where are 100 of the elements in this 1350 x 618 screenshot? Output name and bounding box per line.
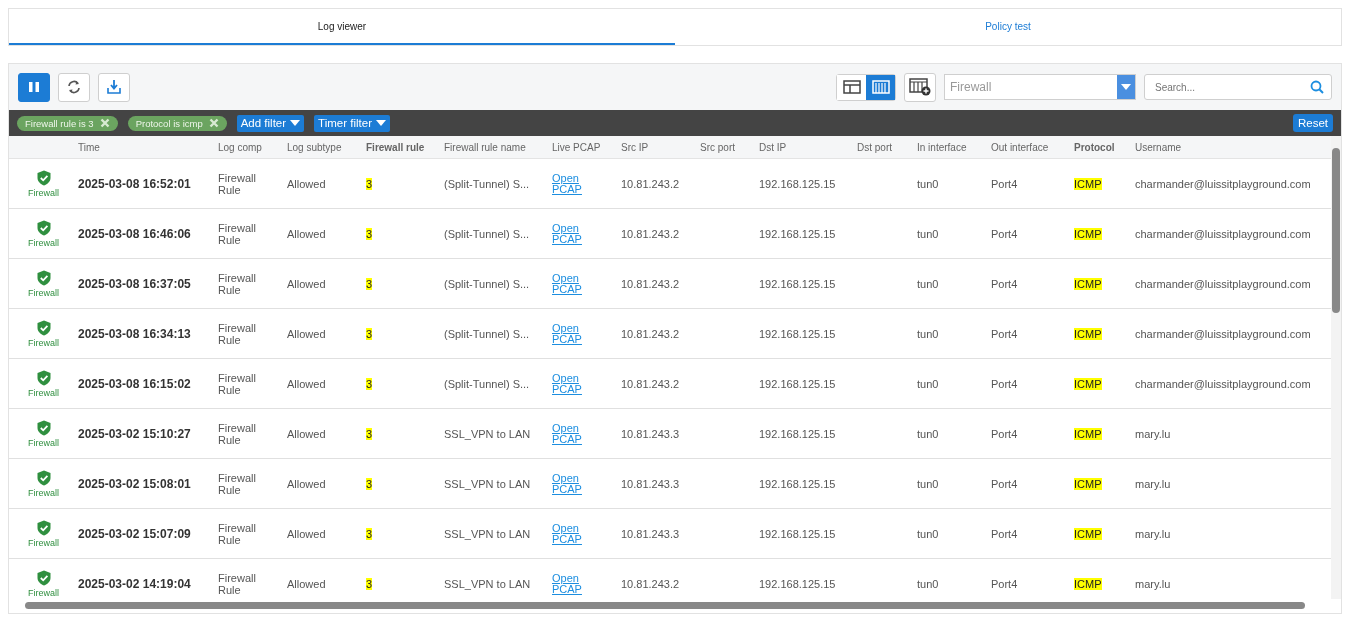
download-icon bbox=[106, 79, 122, 95]
table-cell: 3 bbox=[366, 227, 373, 240]
column-header[interactable]: Src port bbox=[700, 141, 735, 153]
filter-chip[interactable]: Firewall rule is 3 bbox=[17, 115, 118, 131]
shield-check-icon bbox=[36, 369, 51, 386]
component-label: Firewall bbox=[28, 537, 59, 548]
component-label: Firewall bbox=[28, 337, 59, 348]
column-header[interactable]: Log comp bbox=[218, 141, 262, 153]
add-column-button[interactable] bbox=[904, 72, 936, 102]
table-cell: 192.168.125.15 bbox=[759, 227, 836, 240]
column-header[interactable]: Out interface bbox=[991, 141, 1049, 153]
table-cell: Firewall Rule bbox=[218, 471, 256, 496]
table-cell: Allowed bbox=[287, 527, 326, 540]
table-cell: Firewall Rule bbox=[218, 371, 256, 396]
column-header[interactable]: Log subtype bbox=[287, 141, 342, 153]
table-cell: tun0 bbox=[917, 277, 939, 290]
table-cell: tun0 bbox=[917, 477, 939, 490]
table-cell: 2025-03-08 16:34:13 bbox=[78, 326, 191, 341]
component-label: Firewall bbox=[28, 587, 59, 598]
filter-chip[interactable]: Protocol is icmp bbox=[127, 115, 227, 131]
open-pcap-link[interactable]: Open PCAP bbox=[552, 472, 584, 495]
table-cell: 192.168.125.15 bbox=[759, 477, 836, 490]
table-cell: Firewall Rule bbox=[218, 271, 256, 296]
open-pcap-link[interactable]: Open PCAP bbox=[552, 522, 584, 545]
horizontal-scrollbar[interactable] bbox=[9, 599, 1341, 613]
table-cell: Firewall Rule bbox=[218, 571, 256, 596]
component-label: Firewall bbox=[28, 387, 59, 398]
table-cell: ICMP bbox=[1074, 427, 1102, 440]
column-header[interactable]: Firewall rule name bbox=[444, 141, 526, 153]
caret-icon bbox=[290, 120, 301, 126]
component-label: Firewall bbox=[28, 187, 59, 198]
pause-button[interactable] bbox=[18, 72, 50, 102]
caret-icon bbox=[376, 120, 386, 126]
log-type-dropdown[interactable]: Firewall bbox=[944, 74, 1136, 100]
caret-icon bbox=[1121, 84, 1131, 90]
open-pcap-link[interactable]: Open PCAP bbox=[552, 422, 584, 445]
table-cell: Firewall Rule bbox=[218, 421, 256, 446]
column-header[interactable]: Live PCAP bbox=[552, 141, 601, 153]
table-cell: Allowed bbox=[287, 377, 326, 390]
open-pcap-link[interactable]: Open PCAP bbox=[552, 322, 584, 345]
reset-button[interactable]: Reset bbox=[1292, 114, 1333, 132]
remove-icon bbox=[99, 118, 110, 128]
table-cell: 10.81.243.2 bbox=[621, 577, 680, 590]
table-cell: 2025-03-08 16:37:05 bbox=[78, 276, 191, 291]
open-pcap-link[interactable]: Open PCAP bbox=[552, 372, 584, 395]
column-header[interactable]: Dst port bbox=[857, 141, 892, 153]
table-cell: 10.81.243.2 bbox=[621, 277, 680, 290]
download-button[interactable] bbox=[98, 72, 130, 102]
table-cell: 10.81.243.2 bbox=[621, 327, 680, 340]
columns-view-button[interactable] bbox=[866, 74, 895, 100]
table-cell: 192.168.125.15 bbox=[759, 277, 836, 290]
table-cell: Port4 bbox=[991, 227, 1018, 240]
table-cell: 10.81.243.3 bbox=[621, 477, 680, 490]
table-cell: Firewall Rule bbox=[218, 221, 256, 246]
table-cell: charmander@luissitplayground.com bbox=[1135, 327, 1311, 340]
table-cell: Allowed bbox=[287, 327, 326, 340]
table-cell: 192.168.125.15 bbox=[759, 577, 836, 590]
open-pcap-link[interactable]: Open PCAP bbox=[552, 272, 584, 295]
table-cell: tun0 bbox=[917, 177, 939, 190]
component-label: Firewall bbox=[28, 237, 59, 248]
columns-icon bbox=[871, 80, 890, 94]
table-cell: (Split-Tunnel) S... bbox=[444, 277, 530, 290]
table-cell: Allowed bbox=[287, 177, 326, 190]
filter-menu-button[interactable]: Add filter bbox=[236, 114, 305, 132]
open-pcap-link[interactable]: Open PCAP bbox=[552, 222, 584, 245]
column-header[interactable]: Firewall rule bbox=[366, 141, 425, 153]
shield-check-icon bbox=[36, 219, 51, 236]
table-cell: 192.168.125.15 bbox=[759, 527, 836, 540]
table-cell: charmander@luissitplayground.com bbox=[1135, 277, 1311, 290]
open-pcap-link[interactable]: Open PCAP bbox=[552, 572, 584, 595]
table-cell: 3 bbox=[366, 377, 373, 390]
shield-check-icon bbox=[36, 319, 51, 336]
table-cell: charmander@luissitplayground.com bbox=[1135, 377, 1311, 390]
column-header[interactable]: Dst IP bbox=[759, 141, 787, 153]
table-cell: (Split-Tunnel) S... bbox=[444, 227, 530, 240]
open-pcap-link[interactable]: Open PCAP bbox=[552, 172, 584, 195]
table-cell: 192.168.125.15 bbox=[759, 327, 836, 340]
table-cell: SSL_VPN to LAN bbox=[444, 477, 531, 490]
table-cell: Port4 bbox=[991, 377, 1018, 390]
search-field[interactable]: Search... bbox=[1144, 74, 1332, 100]
column-header[interactable]: Time bbox=[78, 141, 100, 153]
table-cell: Firewall Rule bbox=[218, 171, 256, 196]
column-header[interactable]: Src IP bbox=[621, 141, 649, 153]
refresh-button[interactable] bbox=[58, 72, 90, 102]
table-cell: 3 bbox=[366, 327, 373, 340]
panes-icon bbox=[842, 80, 861, 94]
table-cell: mary.lu bbox=[1135, 477, 1171, 490]
vertical-scrollbar[interactable] bbox=[1331, 136, 1341, 599]
column-header[interactable]: Protocol bbox=[1074, 141, 1115, 153]
table-cell: mary.lu bbox=[1135, 577, 1171, 590]
table-cell: charmander@luissitplayground.com bbox=[1135, 227, 1311, 240]
column-header[interactable]: Username bbox=[1135, 141, 1182, 153]
table-cell: Allowed bbox=[287, 427, 326, 440]
table-cell: ICMP bbox=[1074, 527, 1102, 540]
table-cell: tun0 bbox=[917, 227, 939, 240]
table-cell: Port4 bbox=[991, 477, 1018, 490]
column-header[interactable]: In interface bbox=[917, 141, 967, 153]
filter-menu-button[interactable]: Timer filter bbox=[314, 114, 390, 132]
table-cell: Port4 bbox=[991, 427, 1018, 440]
component-label: Firewall bbox=[28, 487, 59, 498]
